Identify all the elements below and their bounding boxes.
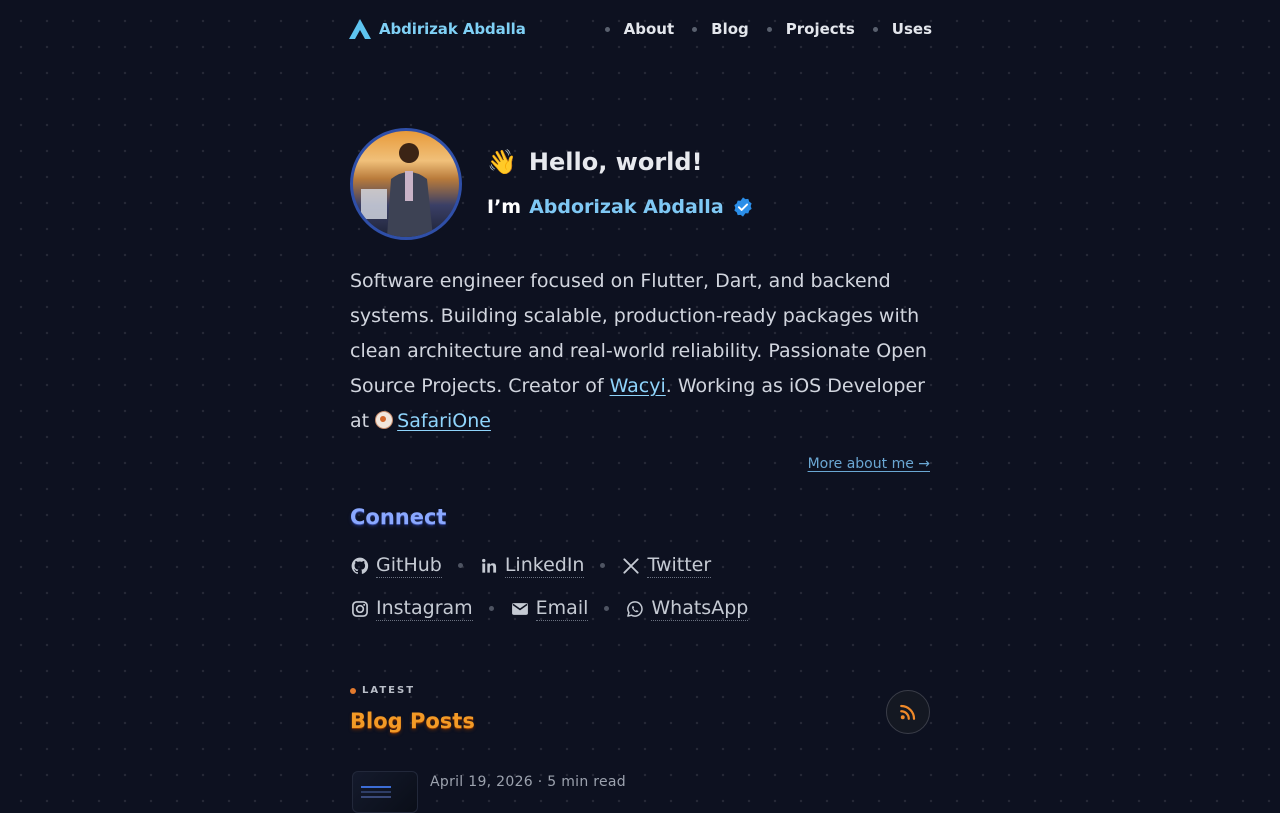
blog-posts-heading: Blog Posts [350, 709, 475, 733]
whatsapp-link[interactable]: WhatsApp [625, 596, 749, 621]
safarione-link[interactable]: SafariOne [397, 410, 491, 432]
mail-icon [511, 602, 528, 615]
instagram-icon [352, 600, 368, 617]
github-link[interactable]: GitHub [350, 553, 442, 578]
blog-post-thumbnail[interactable] [352, 771, 418, 813]
name-line: I’m Abdorizak Abdalla [487, 196, 754, 218]
latest-label: LATEST [362, 685, 416, 696]
latest-eyebrow: LATEST [350, 685, 415, 696]
greeting-text: Hello, world! [528, 148, 703, 176]
linkedin-label: LinkedIn [504, 554, 585, 578]
nav-blog[interactable]: Blog [711, 20, 749, 38]
rss-button[interactable] [886, 690, 930, 734]
nav-separator [692, 26, 698, 32]
latest-dot-icon [350, 687, 356, 694]
nav-separator [766, 26, 772, 32]
safarione-logo-icon [375, 411, 394, 429]
social-links-row: GitHub LinkedIn Twitter [350, 553, 712, 578]
whatsapp-icon [627, 600, 644, 617]
email-link[interactable]: Email [510, 596, 589, 621]
link-separator [457, 563, 463, 568]
wave-emoji: 👋 [487, 148, 517, 176]
whatsapp-label: WhatsApp [651, 597, 749, 621]
email-label: Email [535, 597, 589, 621]
nav-uses[interactable]: Uses [892, 20, 932, 38]
x-twitter-icon [623, 557, 640, 574]
instagram-link[interactable]: Instagram [350, 596, 473, 621]
main-nav: About Blog Projects Uses [604, 20, 932, 38]
nav-about[interactable]: About [624, 20, 675, 38]
nav-projects[interactable]: Projects [786, 20, 855, 38]
blog-post-meta: April 19, 2026 · 5 min read [430, 774, 626, 790]
more-about-me-link[interactable]: More about me → [808, 456, 930, 472]
author-name: Abdorizak Abdalla [529, 196, 724, 218]
profile-avatar [350, 128, 462, 240]
site-header: Abdirizak Abdalla About Blog Projects Us… [348, 18, 932, 42]
linkedin-icon [481, 558, 496, 573]
social-links-row: Instagram Email WhatsApp [350, 596, 749, 621]
link-separator [488, 606, 494, 611]
logo-icon [349, 19, 371, 39]
greeting: 👋 Hello, world! [487, 148, 703, 176]
twitter-label: Twitter [647, 554, 712, 578]
connect-heading: Connect [350, 505, 447, 529]
instagram-label: Instagram [376, 597, 473, 621]
link-separator [600, 563, 606, 568]
wacyi-link[interactable]: Wacyi [610, 375, 666, 397]
twitter-link[interactable]: Twitter [621, 553, 712, 578]
link-separator [604, 606, 610, 611]
site-name: Abdirizak Abdalla [379, 20, 526, 38]
avatar-photo [361, 143, 433, 237]
site-logo-link[interactable]: Abdirizak Abdalla [348, 18, 526, 40]
iam-prefix: I’m [487, 196, 522, 218]
nav-separator [872, 26, 878, 32]
github-label: GitHub [376, 554, 442, 578]
linkedin-link[interactable]: LinkedIn [479, 553, 585, 578]
nav-separator [604, 26, 610, 32]
github-icon [351, 557, 369, 574]
bio-paragraph: Software engineer focused on Flutter, Da… [350, 264, 930, 439]
rss-icon [900, 704, 916, 720]
verified-badge-icon [734, 197, 752, 217]
